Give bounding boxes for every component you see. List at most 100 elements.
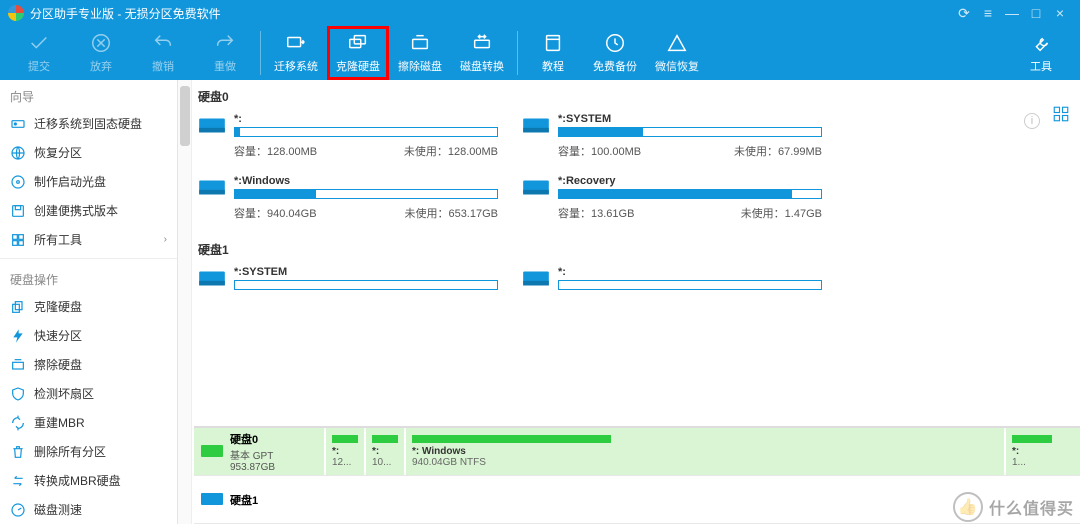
drive-icon — [522, 115, 550, 137]
sidebar-icon — [10, 203, 26, 219]
content-area: 硬盘0 i *: 容量：128.00MB 未使用：128.00MB *:SYSTEM 容量：… — [178, 80, 1080, 524]
disk-header: 硬盘0 — [194, 80, 1080, 109]
chevron-right-icon: › — [164, 234, 167, 245]
minimize-icon[interactable]: — — [1000, 5, 1024, 21]
diskops-header: 硬盘操作 — [0, 263, 177, 292]
disk-map-segment[interactable]: *:1... — [1004, 428, 1058, 475]
info-icon[interactable]: i — [1024, 113, 1040, 129]
backup-icon — [604, 32, 626, 54]
usage-bar — [234, 280, 498, 290]
capacity-label: 容量：100.00MB — [558, 143, 641, 159]
wizard-header: 向导 — [0, 80, 177, 109]
capacity-label: 容量：940.04GB — [234, 205, 317, 221]
disk-map-row[interactable]: 硬盘0基本 GPT953.87GB*:12...*:10...*: Window… — [194, 428, 1080, 476]
partition-card[interactable]: *:容量：128.00MB未使用：128.00MB — [198, 113, 498, 159]
clone-icon — [347, 32, 369, 54]
discard-button[interactable]: 放弃 — [70, 26, 132, 80]
menu-icon[interactable]: ≡ — [976, 5, 1000, 21]
partition-name: *:SYSTEM — [234, 266, 498, 278]
sidebar-diskop-item[interactable]: 擦除硬盘 — [0, 350, 177, 379]
sidebar-item-label: 所有工具 — [34, 231, 82, 248]
capacity-label: 容量：13.61GB — [558, 205, 634, 221]
sidebar-diskop-item[interactable]: 检测坏扇区 — [0, 379, 177, 408]
disk-header: 硬盘1 — [194, 233, 1080, 262]
grid-view-icon[interactable] — [1052, 105, 1070, 123]
sidebar-diskop-item[interactable]: 克隆硬盘 — [0, 292, 177, 321]
partition-name: *:SYSTEM — [558, 113, 822, 125]
clone-disk-button[interactable]: 克隆硬盘 — [327, 26, 389, 80]
sidebar: 向导 迁移系统到固态硬盘恢复分区制作启动光盘创建便携式版本所有工具› 硬盘操作 … — [0, 80, 178, 524]
commit-button[interactable]: 提交 — [8, 26, 70, 80]
sidebar-diskop-item[interactable]: 重建MBR — [0, 408, 177, 437]
sidebar-diskop-item[interactable]: 转换成MBR硬盘 — [0, 466, 177, 495]
drive-icon — [198, 268, 226, 290]
refresh-icon[interactable]: ⟳ — [952, 5, 976, 22]
free-label: 未使用：67.99MB — [734, 143, 822, 159]
sidebar-icon — [10, 444, 26, 460]
toolbar: 提交 放弃 撤销 重做 迁移系统 克隆硬盘 擦除磁盘 磁盘转换 教程 免费备份 … — [0, 26, 1080, 80]
titlebar: 分区助手专业版 - 无损分区免费软件 ⟳ ≡ — □ × — [0, 0, 1080, 26]
app-logo-icon — [8, 5, 24, 21]
sidebar-icon — [10, 502, 26, 518]
sidebar-item-label: 擦除硬盘 — [34, 356, 82, 373]
sidebar-item-label: 创建便携式版本 — [34, 202, 118, 219]
sidebar-wizard-item[interactable]: 制作启动光盘 — [0, 167, 177, 196]
disk-map-diskcell: 硬盘1 — [194, 476, 324, 523]
sidebar-wizard-item[interactable]: 所有工具 › — [0, 225, 177, 254]
disk-map-segment[interactable]: *:10... — [364, 428, 404, 475]
sidebar-wizard-item[interactable]: 恢复分区 — [0, 138, 177, 167]
cancel-icon — [90, 32, 112, 54]
scrollbar[interactable] — [178, 80, 192, 524]
sidebar-diskop-item[interactable]: 快速分区 — [0, 321, 177, 350]
disk-map-segment[interactable]: *: Windows940.04GB NTFS — [404, 428, 1004, 475]
sidebar-icon — [10, 174, 26, 190]
partition-card[interactable]: *: — [522, 266, 822, 296]
capacity-label: 容量：128.00MB — [234, 143, 317, 159]
wipe-button[interactable]: 擦除磁盘 — [389, 26, 451, 80]
drive-icon — [200, 442, 224, 462]
sidebar-diskop-item[interactable]: 删除所有分区 — [0, 437, 177, 466]
partition-name: *: — [558, 266, 822, 278]
free-label: 未使用：128.00MB — [404, 143, 498, 159]
tutorial-button[interactable]: 教程 — [522, 26, 584, 80]
convert-button[interactable]: 磁盘转换 — [451, 26, 513, 80]
sidebar-item-label: 克隆硬盘 — [34, 298, 82, 315]
wechat-recover-button[interactable]: 微信恢复 — [646, 26, 708, 80]
redo-button[interactable]: 重做 — [194, 26, 256, 80]
sidebar-diskop-item[interactable]: 磁盘测速 — [0, 495, 177, 524]
undo-button[interactable]: 撤销 — [132, 26, 194, 80]
sidebar-wizard-item[interactable]: 创建便携式版本 — [0, 196, 177, 225]
close-icon[interactable]: × — [1048, 5, 1072, 21]
partition-card[interactable]: *:SYSTEM — [198, 266, 498, 296]
sidebar-item-label: 转换成MBR硬盘 — [34, 472, 121, 489]
drive-icon — [198, 177, 226, 199]
partition-card[interactable]: *:Windows容量：940.04GB未使用：653.17GB — [198, 175, 498, 221]
wrench-icon — [1030, 32, 1052, 54]
drive-icon — [522, 177, 550, 199]
migrate-button[interactable]: 迁移系统 — [265, 26, 327, 80]
backup-button[interactable]: 免费备份 — [584, 26, 646, 80]
sidebar-icon — [10, 116, 26, 132]
migrate-icon — [285, 32, 307, 54]
tools-button[interactable]: 工具 — [1010, 26, 1072, 80]
partition-name: *:Recovery — [558, 175, 822, 187]
sidebar-icon — [10, 473, 26, 489]
book-icon — [542, 32, 564, 54]
usage-bar — [234, 127, 498, 137]
partition-card[interactable]: *:SYSTEM 容量：100.00MB 未使用：67.99MB — [522, 113, 822, 159]
drive-icon — [200, 490, 224, 510]
sidebar-item-label: 迁移系统到固态硬盘 — [34, 115, 142, 132]
disk-map-row[interactable]: 硬盘1 — [194, 476, 1080, 524]
undo-icon — [152, 32, 174, 54]
free-label: 未使用：653.17GB — [404, 205, 498, 221]
disk-map-segment[interactable]: *:12... — [324, 428, 364, 475]
sidebar-item-label: 恢复分区 — [34, 144, 82, 161]
sidebar-icon — [10, 386, 26, 402]
partition-card[interactable]: *:Recovery 容量：13.61GB 未使用：1.47GB — [522, 175, 822, 221]
free-label: 未使用：1.47GB — [741, 205, 822, 221]
sidebar-item-label: 检测坏扇区 — [34, 385, 94, 402]
sidebar-item-label: 快速分区 — [34, 327, 82, 344]
maximize-icon[interactable]: □ — [1024, 5, 1048, 21]
sidebar-wizard-item[interactable]: 迁移系统到固态硬盘 — [0, 109, 177, 138]
window-title: 分区助手专业版 - 无损分区免费软件 — [30, 5, 221, 22]
